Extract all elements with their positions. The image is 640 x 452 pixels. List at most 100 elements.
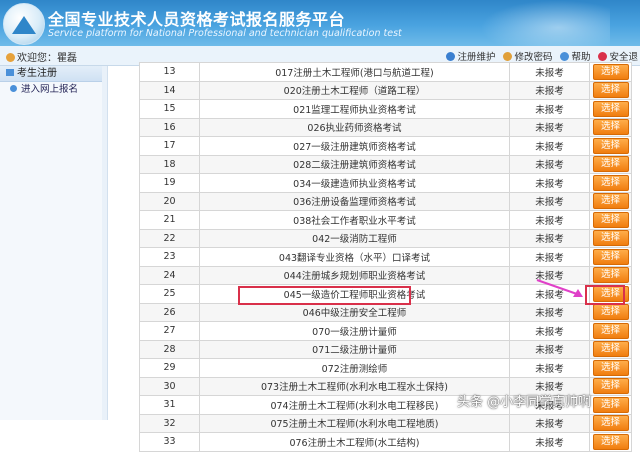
sidebar-item-label: 进入网上报名 [21,84,79,95]
action-cell: 选择 [589,432,632,452]
choose-button[interactable]: 选择 [592,156,629,173]
registration-status: 未报考 [509,173,590,193]
sidebar-header[interactable]: 考生注册 [0,66,102,82]
table-row: 15 021监理工程师执业资格考试 未报考 选择 [139,99,632,119]
table-row: 18 028二级注册建筑师资格考试 未报考 选择 [139,154,632,174]
sidebar: 考生注册 进入网上报名 [0,66,103,420]
logout-link[interactable]: 安全退 [598,49,638,63]
exam-name: 046中级注册安全工程师 [199,302,510,322]
choose-button[interactable]: 选择 [592,211,629,228]
registration-status: 未报考 [509,62,590,82]
choose-button[interactable]: 选择 [592,100,629,117]
table-row: 21 038社会工作者职业水平考试 未报考 选择 [139,210,632,230]
choose-button[interactable]: 选择 [592,137,629,154]
table-row: 26 046中级注册安全工程师 未报考 选择 [139,302,632,322]
help-link[interactable]: 帮助 [560,49,590,63]
register-maintain-label: 注册维护 [457,52,496,63]
exam-name: 043翻译专业资格（水平）口译考试 [199,247,510,267]
choose-button[interactable]: 选择 [592,322,629,339]
action-cell: 选择 [589,376,632,396]
action-cell: 选择 [589,321,632,341]
exam-name: 034一级建造师执业资格考试 [199,173,510,193]
action-cell: 选择 [589,339,632,359]
action-cell: 选择 [589,154,632,174]
watermark: 头条 @小李同学真帅啊 [457,395,592,410]
row-number: 14 [139,80,200,100]
row-number: 32 [139,413,200,433]
choose-button[interactable]: 选择 [592,119,629,136]
choose-button[interactable]: 选择 [592,396,629,413]
table-row: 23 043翻译专业资格（水平）口译考试 未报考 选择 [139,247,632,267]
key-icon [503,51,513,61]
row-number: 19 [139,173,200,193]
action-cell: 选择 [589,210,632,230]
table-row: 28 071二级注册计量师 未报考 选择 [139,339,632,359]
choose-button[interactable]: 选择 [592,267,629,284]
logout-label: 安全退 [609,52,638,63]
logout-icon [598,51,608,61]
action-cell: 选择 [589,80,632,100]
registration-status: 未报考 [509,302,590,322]
choose-button[interactable]: 选择 [592,248,629,265]
choose-button[interactable]: 选择 [592,433,629,450]
action-cell: 选择 [589,358,632,378]
choose-button[interactable]: 选择 [592,230,629,247]
action-cell: 选择 [589,413,632,433]
choose-button[interactable]: 选择 [592,304,629,321]
folder-icon [6,69,14,76]
frame-splitter[interactable] [102,66,108,420]
registration-status: 未报考 [509,210,590,230]
help-label: 帮助 [571,52,591,63]
choose-button[interactable]: 选择 [592,82,629,99]
exam-name: 021监理工程师执业资格考试 [199,99,510,119]
highlight-exam-name [238,286,411,305]
action-cell: 选择 [589,247,632,267]
exam-name: 017注册土木工程师(港口与航道工程) [199,62,510,82]
row-number: 13 [139,62,200,82]
highlight-choose-button [585,285,625,305]
row-number: 22 [139,228,200,248]
register-maintain-icon [446,51,456,61]
exam-name: 026执业药师资格考试 [199,117,510,137]
sidebar-header-label: 考生注册 [17,68,57,79]
choose-button[interactable]: 选择 [592,415,629,432]
choose-button[interactable]: 选择 [592,193,629,210]
row-number: 20 [139,191,200,211]
table-row: 33 076注册土木工程师(水工结构) 未报考 选择 [139,432,632,452]
choose-button[interactable]: 选择 [592,378,629,395]
register-maintain-link[interactable]: 注册维护 [446,49,495,63]
exam-name: 072注册测绘师 [199,358,510,378]
action-cell: 选择 [589,117,632,137]
exam-name: 036注册设备监理师资格考试 [199,191,510,211]
row-number: 15 [139,99,200,119]
row-number: 16 [139,117,200,137]
registration-status: 未报考 [509,339,590,359]
exam-name: 027一级注册建筑师资格考试 [199,136,510,156]
header-decoration [480,0,610,46]
exam-name: 071二级注册计量师 [199,339,510,359]
choose-button[interactable]: 选择 [592,359,629,376]
row-number: 25 [139,284,200,304]
registration-status: 未报考 [509,413,590,433]
change-password-label: 修改密码 [514,52,553,63]
choose-button[interactable]: 选择 [592,63,629,80]
user-icon [6,53,15,62]
registration-status: 未报考 [509,321,590,341]
action-cell: 选择 [589,191,632,211]
row-number: 29 [139,358,200,378]
registration-status: 未报考 [509,154,590,174]
site-header: 全国专业技术人员资格考试报名服务平台 Service platform for … [0,0,640,46]
sidebar-item-online-registration[interactable]: 进入网上报名 [0,82,102,98]
logo-icon [3,3,45,45]
table-row: 19 034一级建造师执业资格考试 未报考 选择 [139,173,632,193]
help-icon [560,51,570,61]
change-password-link[interactable]: 修改密码 [503,49,552,63]
exam-name: 020注册土木工程师（道路工程） [199,80,510,100]
choose-button[interactable]: 选择 [592,341,629,358]
choose-button[interactable]: 选择 [592,174,629,191]
table-row: 29 072注册测绘师 未报考 选择 [139,358,632,378]
registration-status: 未报考 [509,358,590,378]
welcome-text: 欢迎您：瞿磊 [6,49,77,64]
site-title: 全国专业技术人员资格考试报名服务平台 [48,10,346,29]
pointer-arrow-icon [536,279,583,297]
